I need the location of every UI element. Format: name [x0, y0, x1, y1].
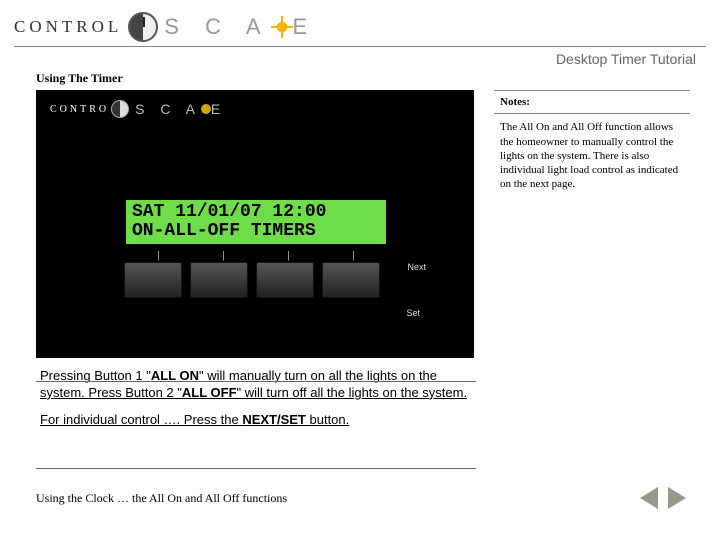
- text: For individual control …. Press the: [40, 412, 242, 427]
- device-logo-scape: S C A E: [135, 101, 226, 117]
- page-subtitle: Desktop Timer Tutorial: [0, 47, 720, 71]
- device-logo-scape-pre: S C A: [135, 101, 201, 117]
- header-logo: CONTROL S C A E: [0, 0, 720, 46]
- logo-scape-pre: S C A: [164, 14, 270, 40]
- hardware-button-row: [124, 262, 380, 298]
- prev-arrow-icon[interactable]: [640, 487, 658, 509]
- instructions: Pressing Button 1 "ALL ON" will manually…: [40, 368, 480, 429]
- button-ticks: ||||: [126, 250, 386, 261]
- lcd-line-1: SAT 11/01/07 12:00: [132, 203, 380, 222]
- sun-icon: [273, 18, 291, 36]
- device-panel: CONTRO S C A E SAT 11/01/07 12:00 ON-ALL…: [36, 90, 474, 358]
- label-set: Set: [406, 308, 420, 318]
- hw-button-4[interactable]: [322, 262, 380, 298]
- divider: [36, 381, 476, 382]
- text: " will turn off all the lights on the sy…: [237, 385, 468, 400]
- text: button.: [306, 412, 349, 427]
- lcd-line-2: ON-ALL-OFF TIMERS: [132, 222, 380, 241]
- lcd-display: SAT 11/01/07 12:00 ON-ALL-OFF TIMERS: [126, 200, 386, 244]
- footer-caption: Using the Clock … the All On and All Off…: [0, 491, 640, 506]
- notes-body: The All On and All Off function allows t…: [494, 120, 690, 191]
- clock-icon: [111, 100, 129, 118]
- instruction-line-1: Pressing Button 1 "ALL ON" will manually…: [40, 368, 480, 402]
- label-next: Next: [407, 262, 426, 272]
- logo-scape-post: E: [293, 14, 318, 40]
- notes-title: Notes:: [494, 93, 690, 113]
- device-logo-control: CONTRO: [50, 104, 109, 115]
- section-title: Using The Timer: [0, 71, 720, 90]
- sun-icon: [201, 104, 211, 114]
- logo-text-control: CONTROL: [14, 17, 122, 37]
- divider: [494, 113, 690, 114]
- hw-button-3[interactable]: [256, 262, 314, 298]
- hw-button-2[interactable]: [190, 262, 248, 298]
- device-logo-scape-post: E: [211, 101, 226, 117]
- notes-panel: Notes: The All On and All Off function a…: [494, 90, 690, 358]
- hw-button-1[interactable]: [124, 262, 182, 298]
- next-arrow-icon[interactable]: [668, 487, 686, 509]
- bold-next-set: NEXT/SET: [242, 412, 306, 427]
- logo-text-scape: S C A E: [164, 14, 317, 40]
- bold-all-off: ALL OFF: [182, 385, 237, 400]
- nav-arrows: [640, 487, 720, 509]
- divider: [494, 90, 690, 91]
- instruction-line-2: For individual control …. Press the NEXT…: [40, 412, 480, 429]
- divider: [36, 468, 476, 469]
- clock-icon: [128, 12, 158, 42]
- device-logo: CONTRO S C A E: [50, 100, 226, 118]
